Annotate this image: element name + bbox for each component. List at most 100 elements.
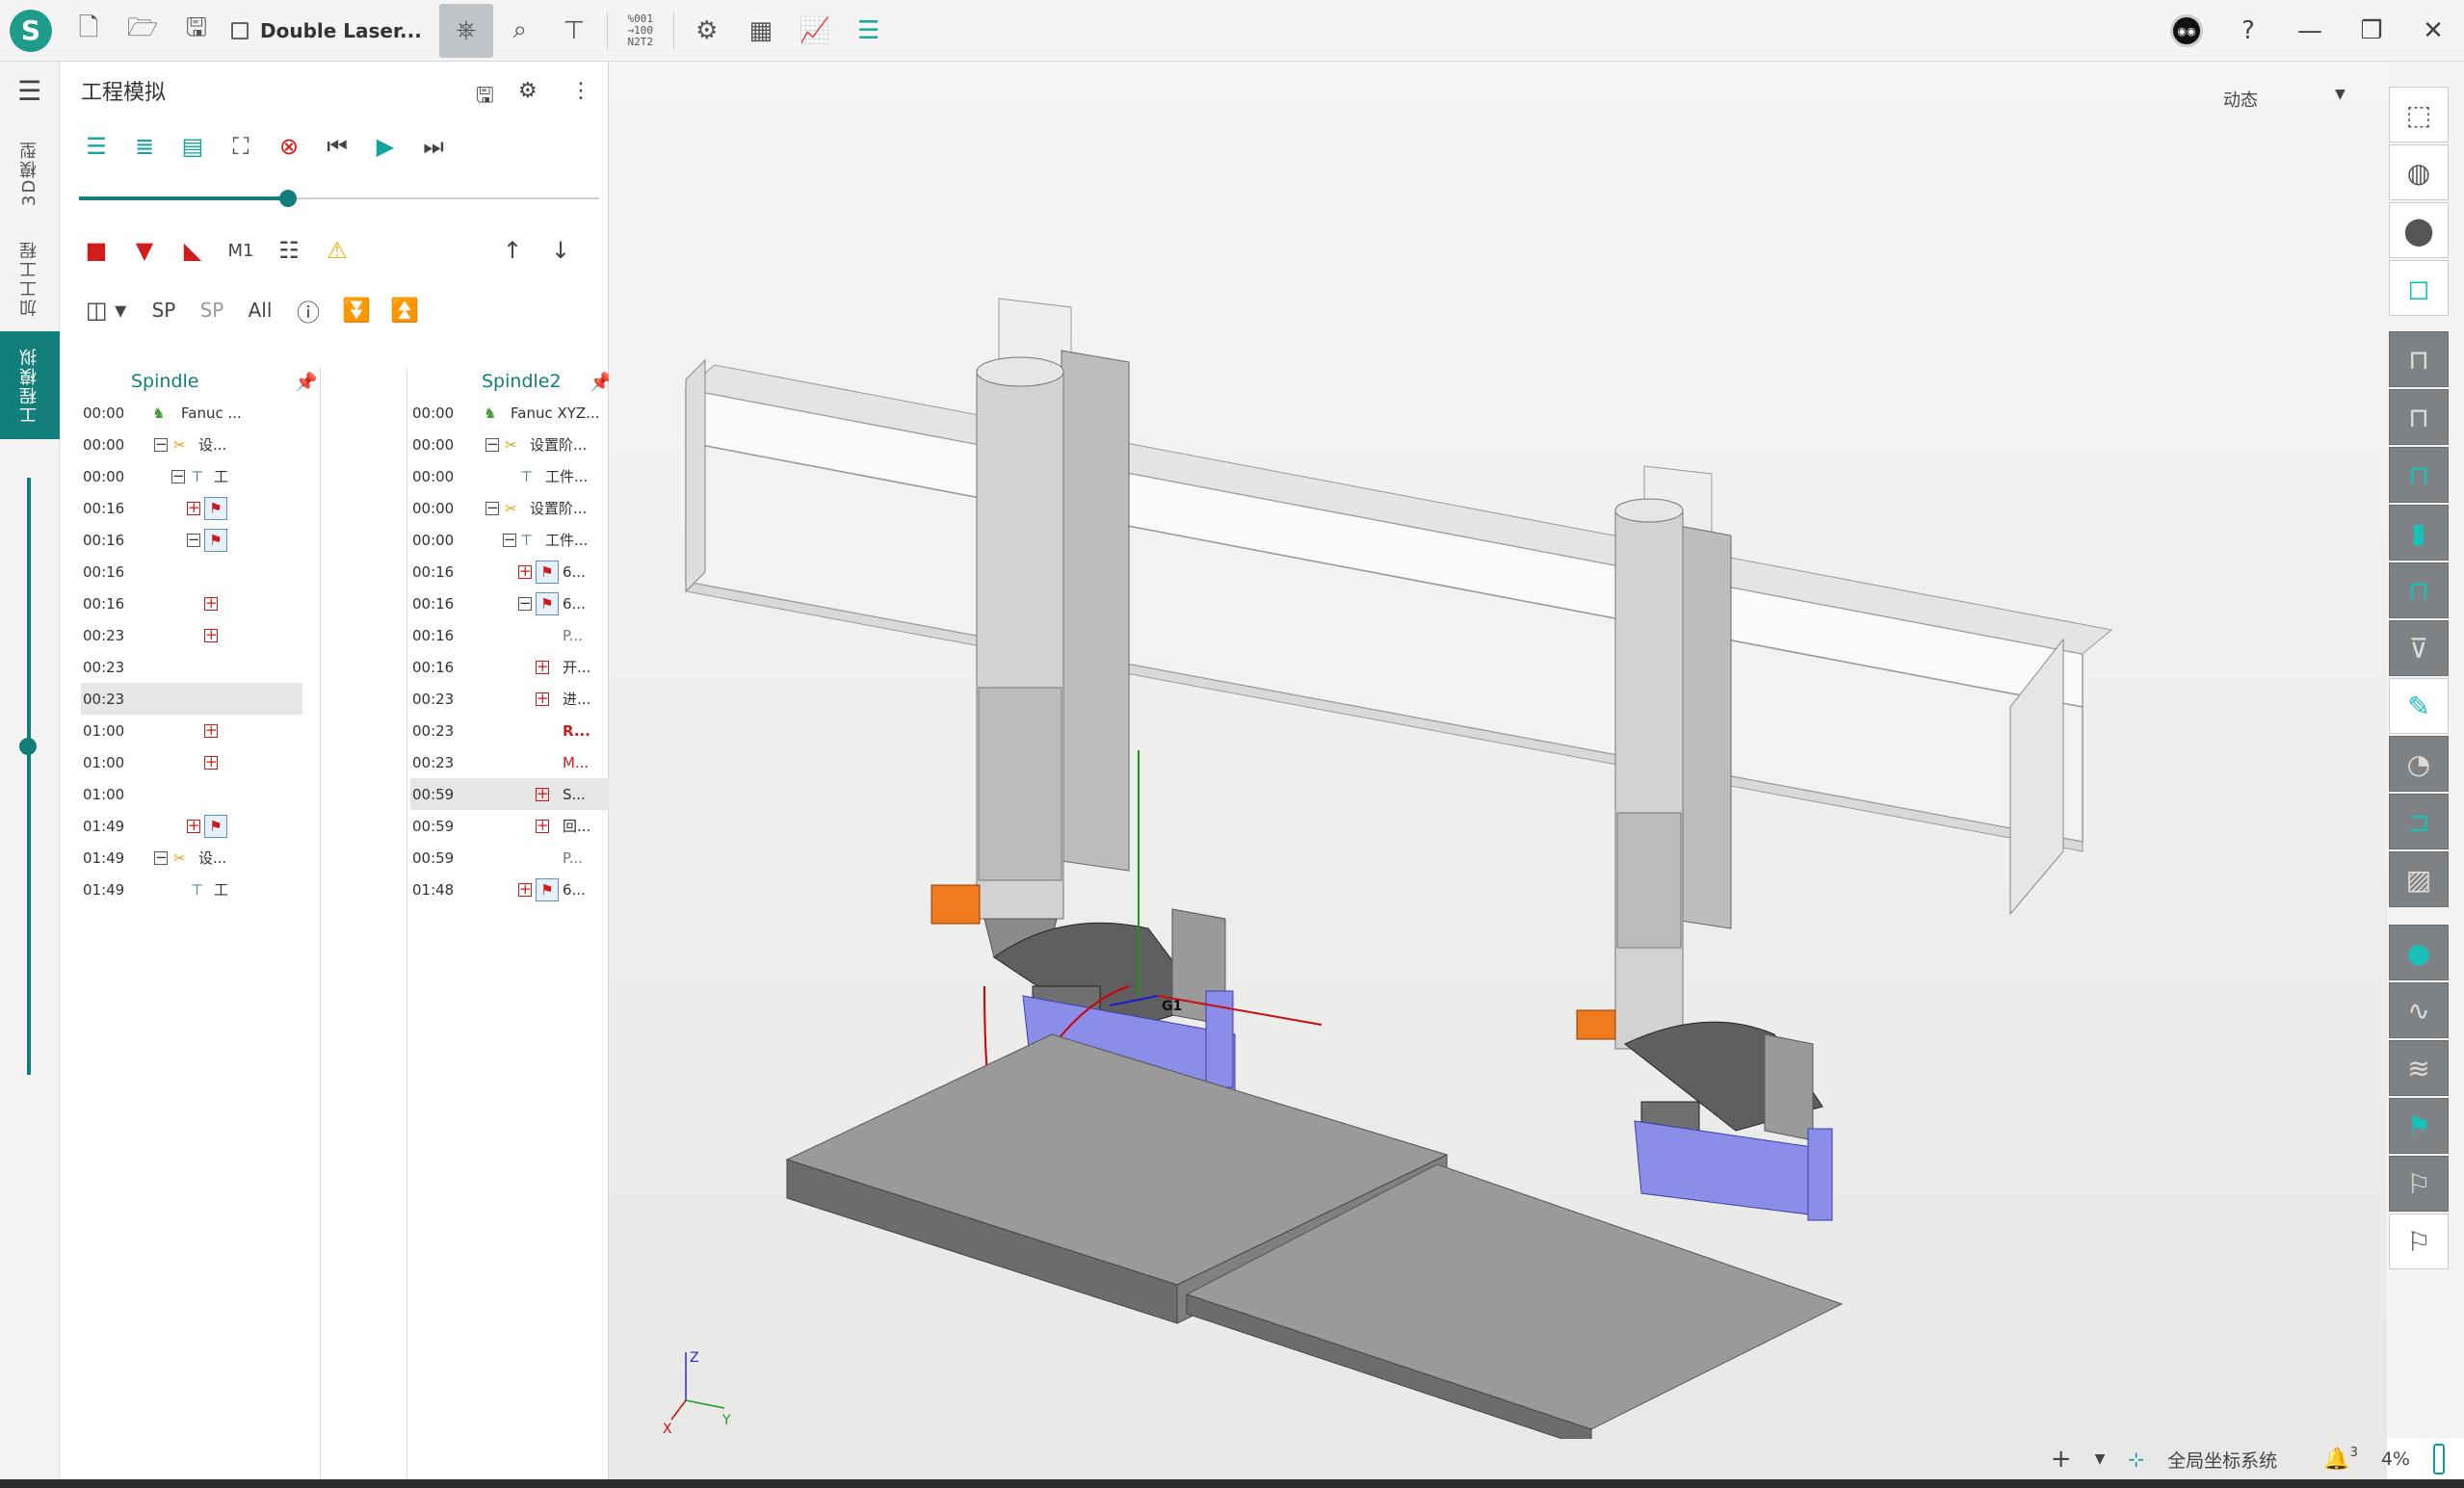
collapse-all-icon[interactable]: ⏫ [387,293,422,327]
open-folder-button[interactable]: 🗁 [116,4,170,58]
table-row[interactable]: 00:23 + [81,619,306,651]
table-row[interactable]: 00:16 [81,556,306,587]
menu-button[interactable]: ☰ [0,62,59,119]
app-logo[interactable]: S [0,0,62,62]
table-row[interactable]: 00:00 − ⊤ 工 [81,460,306,492]
table-row[interactable]: 01:49 + ⚑ [81,810,306,842]
table-row[interactable]: 00:23 M... [410,746,609,778]
add-icon[interactable]: + [2051,1445,2072,1474]
table-row[interactable]: 01:00 [81,778,306,810]
save-button[interactable]: 🖫 [170,4,223,58]
table-row[interactable]: 01:49 ⊤ 工 [81,874,306,905]
table-row[interactable]: 00:16 − ⚑ [81,524,306,556]
sort-up-icon[interactable]: ↑ [495,233,530,268]
table-row[interactable]: 00:16 + ⚑ 6... [410,556,609,587]
stock-layers-button[interactable]: ☰ [842,4,896,58]
point-button[interactable]: ● [2389,925,2449,980]
table-row-selected[interactable]: 00:59 + S... [410,778,609,810]
table-row[interactable]: 00:23 + 进... [410,683,609,715]
list-filter-icon[interactable]: ☷ [272,233,306,268]
minimize-button[interactable]: — [2279,0,2341,62]
hatch-button[interactable]: ▨ [2389,851,2449,907]
fixture-button[interactable]: ⊽ [2389,620,2449,676]
column-divider[interactable] [320,366,321,1488]
flag-button[interactable]: ⚐ [2389,1214,2449,1269]
machine-head-button[interactable]: ⊓ [2389,331,2449,387]
list-view-icon[interactable]: ☰ [79,129,114,164]
table-row[interactable]: 00:00 − ✂ 设置阶... [410,492,609,524]
help-button[interactable]: ? [2217,0,2279,62]
collapse-icon[interactable]: − [154,436,168,452]
collapse-icon[interactable]: − [518,595,532,611]
table-row[interactable]: 00:00 − ⊤ 工件... [410,524,609,556]
expand-icon[interactable]: + [187,500,200,515]
panel-settings-icon[interactable]: ⚙ [518,79,537,103]
coord-system-label[interactable]: 全局坐标系统 [2167,1447,2277,1473]
sort-down-icon[interactable]: ↓ [543,233,578,268]
tool-holder-button[interactable]: ⊤ [547,4,601,58]
column-divider[interactable] [406,366,407,1488]
progress-knob[interactable] [279,190,297,207]
collision-filter-icon[interactable]: ■ [79,233,114,268]
zoom-bar[interactable] [2433,1444,2445,1475]
step-forward-icon[interactable]: ⏭ [416,129,451,164]
collapse-icon[interactable]: − [503,532,516,547]
expand-icon[interactable]: + [536,818,549,833]
table-row[interactable]: 00:16 P... [410,619,609,651]
panel-save-icon[interactable]: 🖫 [476,79,494,116]
table-row[interactable]: 01:48 + ⚑ 6... [410,874,609,905]
stock-button[interactable]: ▮ [2389,505,2449,561]
controller-button[interactable]: ▦ [734,4,788,58]
add-sp-button[interactable]: SP [146,293,181,327]
chart-button[interactable]: 📈 [788,4,842,58]
wireframe-box-button[interactable]: ⬚ [2389,87,2449,143]
restore-button[interactable]: ❐ [2341,0,2402,62]
spindle-filter-icon[interactable]: ▼ [127,233,162,268]
table-row[interactable]: 00:23 R... [410,715,609,746]
sort-list-icon[interactable]: ≣ [127,129,162,164]
surface-button[interactable]: ⚑ [2389,1098,2449,1154]
table-row[interactable]: 01:49 − ✂ 设... [81,842,306,874]
simulation-mode-button[interactable]: ⎈ [438,3,493,58]
all-button[interactable]: All [243,293,277,327]
user-avatar[interactable]: ◉◉ [2156,0,2217,62]
column-layout-dropdown[interactable]: ◫ ▾ [79,293,133,327]
tab-project-simulation[interactable]: 工程模拟 [0,331,60,439]
collapse-icon[interactable]: − [485,436,499,452]
table-row[interactable]: 00:16 + [81,587,306,619]
table-row[interactable]: 00:00 ⊤ 工件... [410,460,609,492]
table-row[interactable]: 00:00 − ✂ 设... [81,429,306,460]
expand-icon[interactable]: + [204,754,218,770]
expand-icon[interactable]: + [536,691,549,706]
expand-all-icon[interactable]: ⏬ [339,293,374,327]
collapse-icon[interactable]: − [187,532,200,547]
table-row[interactable]: 00:59 P... [410,842,609,874]
expand-icon[interactable]: + [204,595,218,611]
table-row[interactable]: 00:16 − ⚑ 6... [410,587,609,619]
expand-icon[interactable]: + [536,659,549,674]
expand-icon[interactable]: + [518,563,532,579]
surface-outline-button[interactable]: ⚐ [2389,1156,2449,1212]
simulation-progress-slider[interactable] [79,190,599,207]
tab-machining-project[interactable]: 加工工程 [0,225,60,331]
table-row[interactable]: 00:59 + 回... [410,810,609,842]
table-row[interactable]: 00:00 − ✂ 设置阶... [410,429,609,460]
vertical-slider-knob[interactable] [19,738,37,755]
spindle-button[interactable]: ⊓ [2389,389,2449,445]
stop-icon[interactable]: ⊗ [272,129,306,164]
expand-icon[interactable]: + [518,881,532,897]
holder-button[interactable]: ⊓ [2389,447,2449,503]
cube-view-button[interactable]: ◻ [2389,260,2449,316]
machine-config-button[interactable]: ⚙ [680,4,734,58]
vertical-speed-slider[interactable] [27,478,31,1075]
table-row[interactable]: 01:00 + [81,715,306,746]
panel-more-icon[interactable]: ⋮ [570,79,591,103]
info-filter-icon[interactable]: ⓘ [291,293,326,327]
step-back-icon[interactable]: ⏮ [320,129,354,164]
table-row[interactable]: 00:00 ♞ Fanuc XYZ... [410,397,609,429]
toolpath-button[interactable]: ∿ [2389,982,2449,1038]
table-row[interactable]: 00:00 ♞ Fanuc ... [81,397,306,429]
table-row[interactable]: 00:16 + ⚑ [81,492,306,524]
notification-bell-icon[interactable]: 🔔 [2323,1448,2349,1472]
inspect-button[interactable]: ⌕ [493,4,547,58]
